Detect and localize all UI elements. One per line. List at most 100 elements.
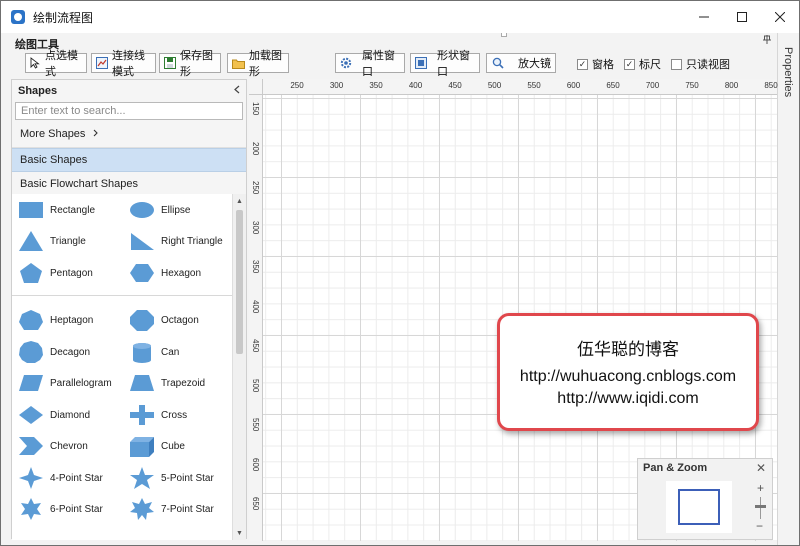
pin-icon[interactable] — [763, 35, 771, 47]
shape-item-4-point-star[interactable]: 4-Point Star — [12, 464, 122, 492]
category-label: Basic Flowchart Shapes — [20, 177, 138, 190]
shape-item-can[interactable]: Can — [123, 338, 233, 366]
ribbon-toolbar: 绘图工具 点选模式 连接线模式 保存图形 加载图形 属性窗口 形状窗口 放大镜 … — [1, 33, 777, 78]
property-window-label: 属性窗口 — [362, 50, 395, 78]
load-shape-label: 加载图形 — [249, 50, 282, 78]
horizontal-ruler: 250 300 350 400 450 500 550 600 650 700 750 800 850 — [263, 79, 778, 95]
shape-item-ellipse[interactable]: Ellipse — [123, 196, 233, 224]
zoom-in-button[interactable]: + — [757, 481, 764, 495]
ruler-checkbox[interactable]: ✓ 标尺 — [624, 56, 661, 72]
ruler-tick-label: 350 — [369, 81, 383, 90]
shape-item-trapezoid[interactable]: Trapezoid — [123, 370, 233, 398]
rectangle-shape-icon — [19, 201, 43, 218]
shape-item-hexagon[interactable]: Hexagon — [123, 259, 233, 287]
shape-window-button[interactable]: 形状窗口 — [410, 50, 480, 78]
ruler-tick-label: 750 — [685, 81, 699, 90]
pointer-mode-label: 点选模式 — [44, 50, 78, 78]
shape-item-triangle[interactable]: Triangle — [12, 228, 122, 256]
shape-item-cube[interactable]: Cube — [123, 433, 233, 461]
triangle-shape-icon — [19, 231, 43, 251]
grid-pane-checkbox[interactable]: ✓ 窗格 — [577, 56, 614, 72]
scrollbar-thumb[interactable] — [236, 210, 243, 354]
ruler-label: 标尺 — [639, 59, 661, 71]
ruler-tick-label: 550 — [251, 418, 260, 432]
ruler-tick-label: 550 — [527, 81, 541, 90]
connector-mode-button[interactable]: 连接线模式 — [91, 50, 156, 78]
zoom-slider-thumb[interactable] — [755, 505, 766, 508]
shape-search-input[interactable] — [15, 102, 243, 120]
shape-gallery-scrollbar[interactable]: ▲ ▼ — [232, 194, 246, 540]
category-label: Basic Shapes — [20, 154, 88, 166]
ruler-tick-label: 500 — [251, 378, 260, 392]
shape-name: Cross — [161, 409, 188, 421]
shape-name: Cube — [161, 441, 185, 452]
shape-name: Parallelogram — [50, 378, 112, 389]
ruler-tick-label: 600 — [251, 457, 260, 471]
blog-note-shape[interactable]: 伍华聪的博客 http://wuhuacong.cnblogs.com http… — [497, 313, 759, 431]
load-shape-button[interactable]: 加载图形 — [227, 50, 289, 78]
shape-name: Pentagon — [50, 267, 93, 279]
chevron-right-icon — [93, 128, 99, 140]
readonly-view-checkbox[interactable]: 只读视图 — [671, 56, 730, 72]
shape-item-parallelogram[interactable]: Parallelogram — [12, 370, 122, 398]
shape-item-5-point-star[interactable]: 5-Point Star — [123, 464, 233, 492]
checkbox-checked-icon: ✓ — [624, 58, 635, 70]
close-button[interactable] — [761, 1, 799, 33]
shape-name: Rectangle — [50, 204, 96, 216]
shape-item-heptagon[interactable]: Heptagon — [12, 307, 122, 335]
readonly-view-label: 只读视图 — [686, 59, 730, 71]
heptagon-shape-icon — [19, 310, 43, 330]
magnifier-icon — [491, 57, 504, 70]
4-point-star-shape-icon — [19, 466, 43, 489]
category-basic-shapes[interactable]: Basic Shapes — [12, 148, 246, 172]
scroll-up-icon[interactable]: ▲ — [233, 194, 246, 208]
checkbox-checked-icon: ✓ — [577, 58, 588, 70]
close-icon[interactable]: ✕ — [756, 461, 766, 475]
ruler-tick-label: 350 — [251, 260, 260, 274]
shape-item-octagon[interactable]: Octagon — [123, 307, 233, 335]
shape-item-decagon[interactable]: Decagon — [12, 338, 122, 366]
property-window-button[interactable]: 属性窗口 — [335, 50, 405, 78]
7-point-star-shape-icon — [130, 498, 154, 520]
ruler-tick-label: 250 — [251, 181, 260, 195]
scroll-down-icon[interactable]: ▼ — [233, 526, 246, 540]
maximize-button[interactable] — [723, 1, 761, 33]
title-bar: 绘制流程图 — [1, 1, 799, 33]
shape-item-right-triangle[interactable]: Right Triangle — [123, 228, 233, 256]
decagon-shape-icon — [19, 340, 43, 363]
collapse-panel-icon[interactable] — [234, 83, 240, 97]
shape-item-6-point-star[interactable]: 6-Point Star — [12, 496, 122, 524]
minimize-button[interactable] — [685, 1, 723, 33]
diamond-shape-icon — [19, 405, 43, 424]
note-url-1: http://wuhuacong.cnblogs.com — [519, 367, 737, 385]
pan-zoom-preview[interactable] — [666, 481, 732, 533]
shape-item-diamond[interactable]: Diamond — [12, 401, 122, 429]
shape-window-label: 形状窗口 — [437, 50, 470, 78]
connector-mode-label: 连接线模式 — [112, 50, 145, 78]
note-url-2: http://www.iqidi.com — [557, 389, 699, 407]
more-shapes-menu[interactable]: More Shapes — [12, 120, 246, 148]
viewport-rectangle[interactable] — [678, 489, 720, 525]
zoom-out-button[interactable]: − — [756, 519, 763, 533]
shapes-panel: Shapes More Shapes Basic Shapes Basic Fl… — [11, 79, 247, 540]
checkbox-unchecked-icon — [671, 58, 682, 70]
save-shape-button[interactable]: 保存图形 — [159, 50, 221, 78]
shape-item-rectangle[interactable]: Rectangle — [12, 196, 122, 224]
window-controls — [685, 1, 799, 33]
properties-side-tab[interactable]: Properties — [777, 33, 799, 545]
ellipse-shape-icon — [130, 201, 154, 218]
ruler-tick-label: 600 — [566, 81, 581, 90]
connector-icon — [96, 57, 108, 70]
parallelogram-shape-icon — [19, 375, 43, 391]
magnifier-button[interactable]: 放大镜 — [486, 53, 556, 73]
shape-item-7-point-star[interactable]: 7-Point Star — [123, 496, 233, 524]
shape-item-cross[interactable]: Cross — [123, 401, 233, 429]
pan-zoom-title: Pan & Zoom — [643, 462, 708, 474]
zoom-slider-track[interactable] — [760, 497, 761, 519]
shape-item-pentagon[interactable]: Pentagon — [12, 259, 122, 287]
category-basic-flowchart-shapes[interactable]: Basic Flowchart Shapes — [12, 172, 246, 196]
shape-name: 4-Point Star — [50, 472, 103, 484]
shape-item-chevron[interactable]: Chevron — [12, 433, 122, 461]
ribbon-collapse-handle[interactable] — [501, 33, 507, 37]
pointer-mode-button[interactable]: 点选模式 — [25, 50, 87, 78]
